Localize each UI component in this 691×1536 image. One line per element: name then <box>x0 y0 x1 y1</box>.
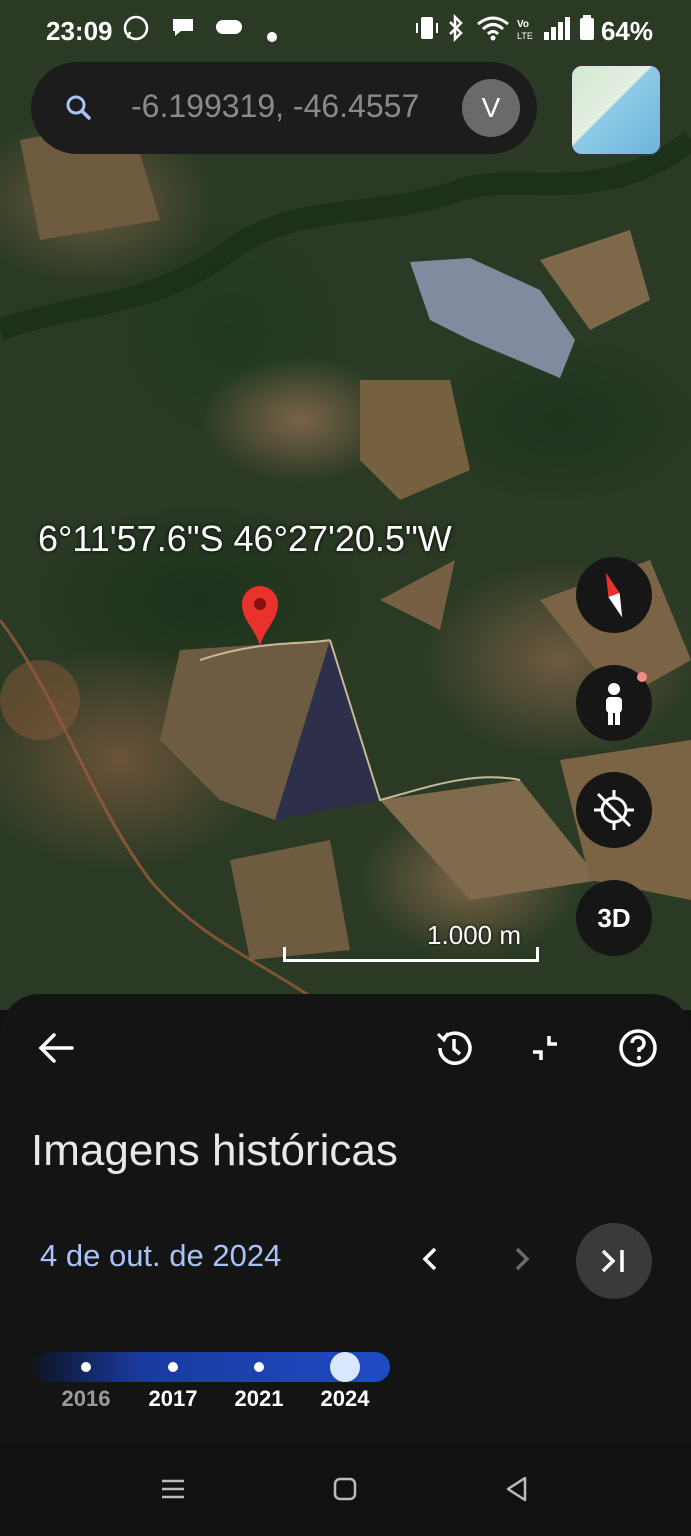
svg-text:Vo: Vo <box>517 19 529 30</box>
my-location-button[interactable] <box>576 772 652 848</box>
street-view-icon <box>606 672 647 725</box>
collapse-icon <box>533 1036 557 1060</box>
gamepad-icon <box>214 14 244 47</box>
street-view-button[interactable] <box>576 665 652 741</box>
map-scale: 1.000 m <box>283 920 539 962</box>
home-icon <box>333 1477 357 1501</box>
signal-icon <box>542 14 572 49</box>
battery-icon <box>578 14 596 49</box>
panel-title: Imagens históricas <box>31 1126 398 1175</box>
back-triangle-icon <box>506 1476 527 1502</box>
status-time: 23:09 <box>46 16 113 46</box>
timeline-dot[interactable] <box>168 1362 178 1372</box>
help-icon <box>619 1029 657 1067</box>
timeline-slider[interactable] <box>34 1352 390 1382</box>
scale-bar <box>283 947 539 962</box>
menu-icon <box>162 1479 184 1499</box>
timeline-year[interactable]: 2021 <box>235 1386 284 1412</box>
bluetooth-icon <box>446 13 466 49</box>
timeline-year[interactable]: 2017 <box>149 1386 198 1412</box>
3d-toggle-button[interactable]: 3D <box>576 880 652 956</box>
chevron-left-icon <box>422 1247 437 1271</box>
map-layers-button[interactable] <box>570 64 662 156</box>
next-date-button[interactable] <box>504 1242 538 1276</box>
home-button[interactable] <box>330 1474 360 1509</box>
coordinates-label: 6°11'57.6"S 46°27'20.5"W <box>38 518 452 559</box>
timeline-year[interactable]: 2016 <box>62 1386 111 1412</box>
status-bar: 23:09 Vo LTE 64% <box>0 0 691 62</box>
timeline-dot[interactable] <box>254 1362 264 1372</box>
system-back-button[interactable] <box>502 1474 532 1509</box>
vibrate-icon <box>414 14 440 49</box>
whatsapp-icon <box>122 14 150 49</box>
battery-percent: 64% <box>600 16 653 46</box>
historical-imagery-panel: Imagens históricas 4 de out. de 2024 201… <box>0 994 691 1444</box>
chat-bubble-icon <box>170 14 196 47</box>
recent-apps-button[interactable] <box>158 1474 188 1509</box>
search-icon[interactable] <box>61 90 97 126</box>
latest-date-button[interactable] <box>576 1223 652 1299</box>
help-button[interactable] <box>614 1024 662 1072</box>
history-icon <box>436 1031 472 1065</box>
wifi-icon <box>476 14 510 49</box>
search-bar[interactable]: -6.199319, -46.4557 V <box>31 62 537 154</box>
back-button[interactable] <box>32 1024 80 1072</box>
selected-date: 4 de out. de 2024 <box>40 1238 282 1273</box>
volte-icon: Vo LTE <box>515 16 537 49</box>
compass-button[interactable] <box>576 557 652 633</box>
search-input[interactable]: -6.199319, -46.4557 <box>131 88 471 125</box>
location-pin-icon[interactable] <box>240 584 280 648</box>
arrow-left-icon <box>38 1033 74 1063</box>
svg-text:LTE: LTE <box>517 31 533 41</box>
compass-icon <box>605 572 623 618</box>
location-off-icon <box>594 790 634 830</box>
notification-dot-icon <box>266 22 278 50</box>
previous-date-button[interactable] <box>414 1242 448 1276</box>
chevron-right-icon <box>515 1247 530 1271</box>
timeline-dot[interactable] <box>81 1362 91 1372</box>
timeline-year[interactable]: 2024 <box>321 1386 370 1412</box>
skip-to-end-icon <box>601 1249 624 1273</box>
system-navigation-bar <box>0 1444 691 1536</box>
timeline-selected-handle[interactable] <box>330 1352 360 1382</box>
collapse-button[interactable] <box>521 1024 569 1072</box>
history-button[interactable] <box>430 1024 478 1072</box>
avatar[interactable]: V <box>462 79 520 137</box>
